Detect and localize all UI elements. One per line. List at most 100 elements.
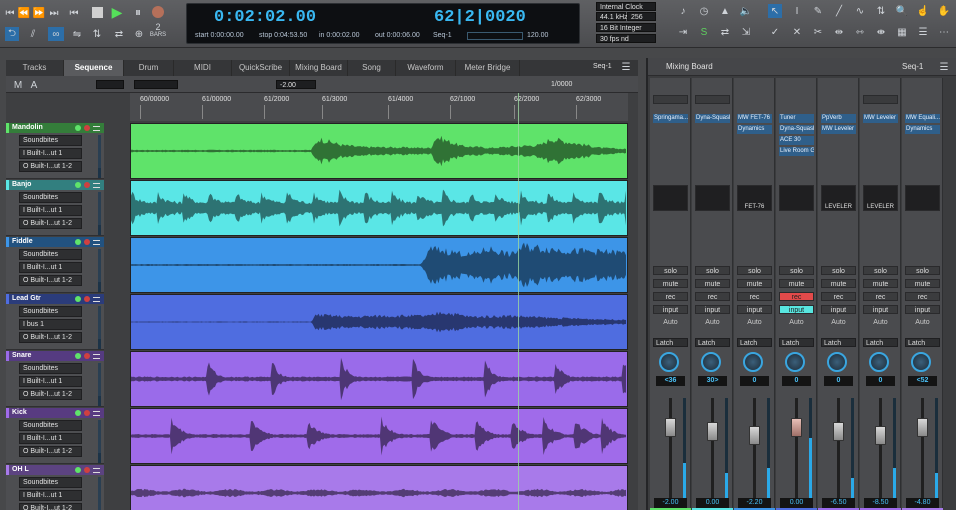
seq-name[interactable]: Seq-1	[590, 62, 618, 71]
automation-select[interactable]: Latch	[821, 338, 856, 347]
bars-control[interactable]: 2 BARS	[150, 23, 166, 39]
punch-icon[interactable]: ⫽	[26, 27, 40, 41]
frame-rate[interactable]: 30 fps nd	[596, 34, 656, 43]
mute-button[interactable]: mute	[779, 279, 814, 288]
pan-knob[interactable]	[743, 352, 763, 372]
mute-button[interactable]: mute	[653, 279, 688, 288]
track-output-select[interactable]: O Built-I...ut 1-2	[19, 446, 82, 457]
buffer-size[interactable]: 256	[627, 12, 656, 21]
ratio-field[interactable]: 1/0000	[548, 80, 578, 89]
zoom-icon[interactable]: ⇲	[739, 25, 753, 39]
count-icon[interactable]: ⇄	[112, 27, 126, 41]
pan-knob[interactable]	[911, 352, 931, 372]
enable-icon[interactable]	[75, 182, 81, 188]
loop-icon[interactable]: ∞	[48, 27, 64, 41]
edit-field[interactable]	[96, 80, 124, 89]
bit-depth[interactable]: 16 Bit Integer	[596, 23, 656, 32]
pan-knob[interactable]	[659, 352, 679, 372]
tab-song[interactable]: Song	[348, 60, 396, 76]
pencil-tool-icon[interactable]: ✎	[811, 4, 825, 18]
track-name-bar[interactable]: Snare	[6, 351, 104, 361]
m-toggle[interactable]: M	[12, 78, 24, 92]
tab-tracks[interactable]: Tracks	[6, 60, 64, 76]
tab-drum[interactable]: Drum	[124, 60, 174, 76]
record-button[interactable]	[151, 5, 165, 19]
insert-plugin[interactable]: Tuner	[779, 114, 814, 123]
automation-select[interactable]: Latch	[905, 338, 940, 347]
rec-button[interactable]: rec	[821, 292, 856, 301]
pan-value[interactable]: <36	[656, 376, 685, 386]
track-name-bar[interactable]: OH L	[6, 465, 104, 475]
arrow-tool-icon[interactable]: ↖	[768, 4, 782, 18]
insert-plugin[interactable]: PpVerb	[821, 114, 856, 123]
plugin-thumbnail[interactable]	[779, 185, 814, 211]
tuner-icon[interactable]: ♪	[676, 4, 690, 18]
pan-knob[interactable]	[785, 352, 805, 372]
enable-icon[interactable]	[75, 410, 81, 416]
record-enable-icon[interactable]	[84, 467, 90, 473]
automation-select[interactable]: Latch	[653, 338, 688, 347]
mixer-seq[interactable]: Seq-1	[902, 62, 923, 71]
clock-icon[interactable]: ◷	[697, 4, 711, 18]
input-button[interactable]: input	[737, 305, 772, 314]
plugin-thumbnail[interactable]	[905, 185, 940, 211]
fader-cap[interactable]	[665, 418, 676, 437]
hand-tool-icon[interactable]: ✋	[937, 4, 951, 18]
tempo-value[interactable]: 120.00	[527, 32, 548, 39]
track-playlist-select[interactable]: Soundbites	[19, 363, 82, 374]
track-input-select[interactable]: I Built-I...ut 1	[19, 433, 82, 444]
solo-button[interactable]: solo	[905, 266, 940, 275]
volume-value[interactable]: -8.50	[864, 498, 897, 508]
enable-icon[interactable]	[75, 125, 81, 131]
tab-mixing-board[interactable]: Mixing Board	[290, 60, 348, 76]
input-button[interactable]: input	[653, 305, 688, 314]
track-name-bar[interactable]: Lead Gtr	[6, 294, 104, 304]
automation-select[interactable]: Latch	[863, 338, 898, 347]
insert-slot[interactable]	[653, 95, 688, 104]
track-name-bar[interactable]: Fiddle	[6, 237, 104, 247]
track-menu-icon[interactable]	[93, 296, 100, 302]
insert-plugin[interactable]: MW Equali...	[905, 114, 940, 123]
insert-plugin[interactable]: Springama...	[653, 114, 688, 123]
stop-button[interactable]	[90, 5, 104, 19]
time-field[interactable]	[134, 80, 178, 89]
solo-button[interactable]: solo	[821, 266, 856, 275]
record-enable-icon[interactable]	[84, 410, 90, 416]
play-button[interactable]: ▶	[110, 4, 124, 20]
rec-button[interactable]: rec	[737, 292, 772, 301]
solo-button[interactable]: solo	[653, 266, 688, 275]
time-counter[interactable]: 0:02:02.00	[214, 8, 316, 27]
clock-select[interactable]: Internal Clock	[596, 2, 656, 11]
record-enable-icon[interactable]	[84, 239, 90, 245]
insert-plugin[interactable]: Dyna-Squash	[779, 125, 814, 134]
volume-value[interactable]: -4.80	[906, 498, 939, 508]
audio-clip[interactable]	[130, 465, 628, 510]
grid-icon[interactable]: ▦	[895, 25, 909, 39]
fader-cap[interactable]	[875, 426, 886, 445]
track-menu-icon[interactable]	[93, 353, 100, 359]
track-name-bar[interactable]: Banjo	[6, 180, 104, 190]
out-time[interactable]: out 0:00:06.00	[375, 32, 420, 39]
input-button[interactable]: input	[863, 305, 898, 314]
audio-clip[interactable]	[130, 408, 628, 464]
playhead[interactable]	[518, 93, 519, 510]
automation-select[interactable]: Latch	[737, 338, 772, 347]
menu-icon[interactable]: ☰	[620, 61, 632, 73]
bars-counter[interactable]: 62|2|0020	[434, 8, 526, 27]
metronome-icon[interactable]: ⊕	[132, 27, 146, 41]
pan-knob[interactable]	[827, 352, 847, 372]
scissors-icon[interactable]: ✂	[811, 25, 825, 39]
insert-plugin[interactable]: Live Room G	[779, 147, 814, 156]
track-playlist-select[interactable]: Soundbites	[19, 477, 82, 488]
line-tool-icon[interactable]: ╱	[832, 4, 846, 18]
insert-slot[interactable]	[863, 95, 898, 104]
track-playlist-select[interactable]: Soundbites	[19, 420, 82, 431]
rec-button[interactable]: rec	[863, 292, 898, 301]
pan-value[interactable]: 30>	[698, 376, 727, 386]
track-playlist-select[interactable]: Soundbites	[19, 249, 82, 260]
pan-value[interactable]: 0	[740, 376, 769, 386]
sync-icon[interactable]: ⇋	[70, 27, 84, 41]
curve-tool-icon[interactable]: ∿	[853, 4, 867, 18]
insert-slot[interactable]	[695, 95, 730, 104]
volume-value[interactable]: 0.00	[696, 498, 729, 508]
